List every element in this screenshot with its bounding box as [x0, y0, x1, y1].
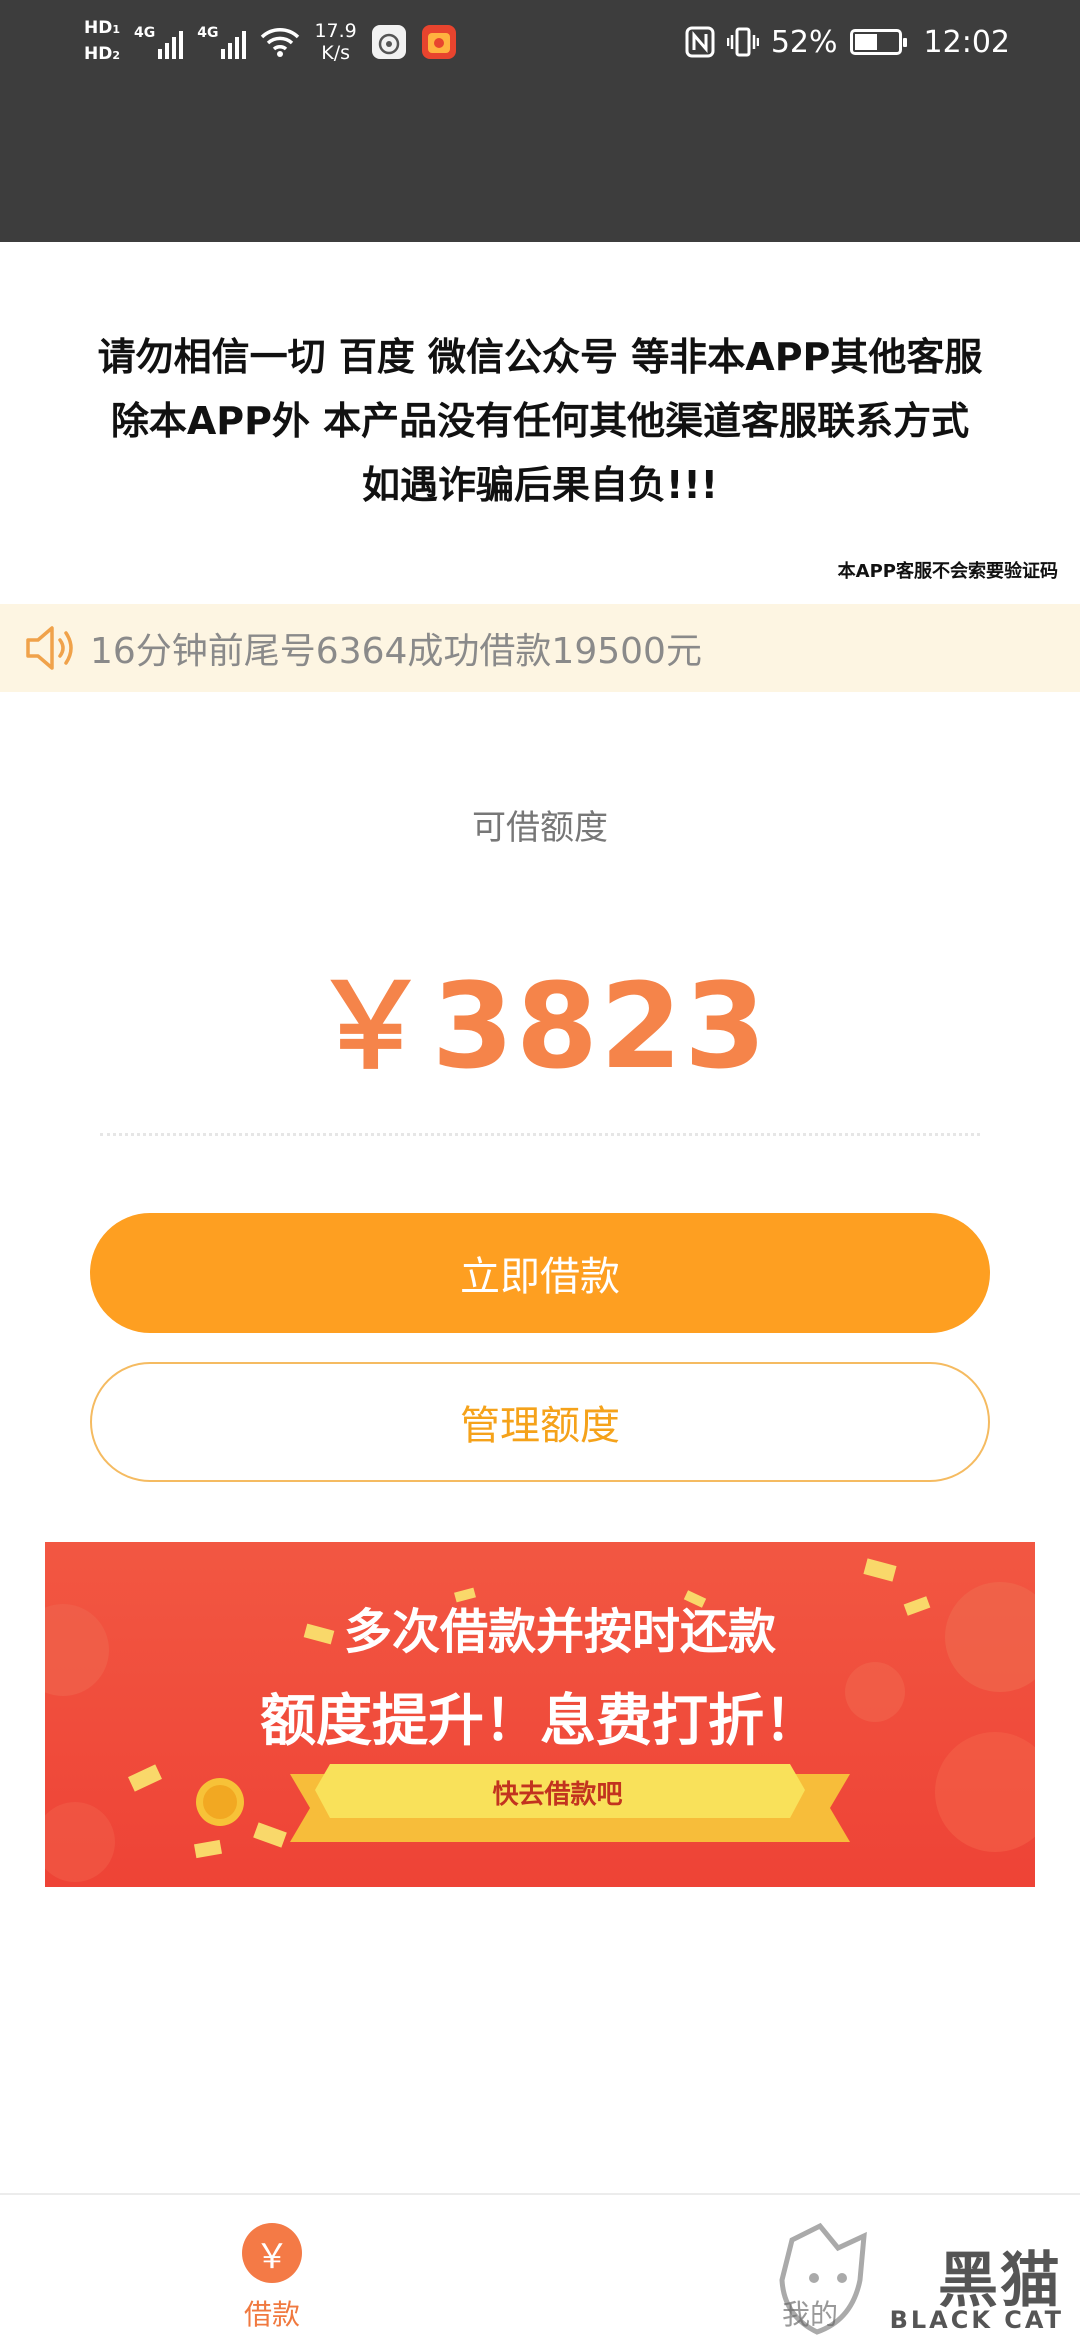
notice-line-2: 除本APP外 本产品没有任何其他渠道客服联系方式: [110, 399, 970, 443]
banner-line-1: 多次借款并按时还款: [343, 1604, 776, 1660]
fraud-notice: 请勿相信一切 百度 微信公众号 等非本APP其他客服 除本APP外 本产品没有任…: [0, 325, 1080, 517]
no-verification-code-notice: 本APP客服不会索要验证码: [837, 561, 1058, 582]
battery-percent: 52%: [770, 24, 838, 60]
nav-label-loan: 借款: [243, 2298, 300, 2331]
hd-indicator-1: HD1: [84, 18, 120, 38]
network-speed: 17.9 K/s: [314, 20, 357, 64]
promo-banner[interactable]: 多次借款并按时还款 额度提升！息费打折！ 快去借款吧: [45, 1542, 1035, 1887]
app-notification-icon: [371, 25, 406, 59]
status-right: 52% 12:02: [685, 14, 1010, 70]
app-notification-icon-2: [421, 25, 456, 59]
credit-amount: ￥3823: [311, 957, 769, 1095]
notice-line-3: 如遇诈骗后果自负!!!: [362, 463, 718, 507]
ticker-text: 16分钟前尾号6364成功借款19500元: [90, 631, 702, 672]
nfc-icon: [685, 26, 715, 58]
signal-icon-1: 4G: [134, 25, 184, 59]
speaker-icon: [26, 626, 73, 670]
banner-line-2: 额度提升！息费打折！: [260, 1689, 820, 1754]
dotted-divider: [100, 1133, 980, 1136]
signal-icon-2: 4G: [197, 25, 247, 59]
manage-credit-button[interactable]: 管理额度: [90, 1362, 990, 1482]
hd-indicators: HD1 HD2: [84, 18, 120, 66]
yen-icon: ￥: [242, 2223, 302, 2283]
nav-item-loan[interactable]: ￥ 借款: [172, 2223, 372, 2333]
notice-line-1: 请勿相信一切 百度 微信公众号 等非本APP其他客服: [97, 335, 983, 379]
battery-icon: [849, 29, 907, 55]
credit-label: 可借额度: [472, 808, 608, 848]
status-left: HD1 HD2 4G 4G 17.9 K/s: [84, 12, 457, 72]
loan-ticker: 16分钟前尾号6364成功借款19500元: [0, 604, 1080, 692]
clock: 12:02: [923, 24, 1010, 60]
banner-ribbon: 快去借款吧: [290, 1764, 825, 1836]
watermark-en: BLACK CAT: [889, 2306, 1064, 2334]
vibrate-icon: [726, 27, 759, 57]
wifi-icon: [261, 28, 300, 57]
hd-indicator-2: HD2: [84, 44, 120, 64]
banner-ribbon-text: 快去借款吧: [492, 1779, 623, 1810]
borrow-now-button[interactable]: 立即借款: [90, 1213, 990, 1333]
status-bar: HD1 HD2 4G 4G 17.9 K/s 52% 12:02: [0, 0, 1080, 242]
